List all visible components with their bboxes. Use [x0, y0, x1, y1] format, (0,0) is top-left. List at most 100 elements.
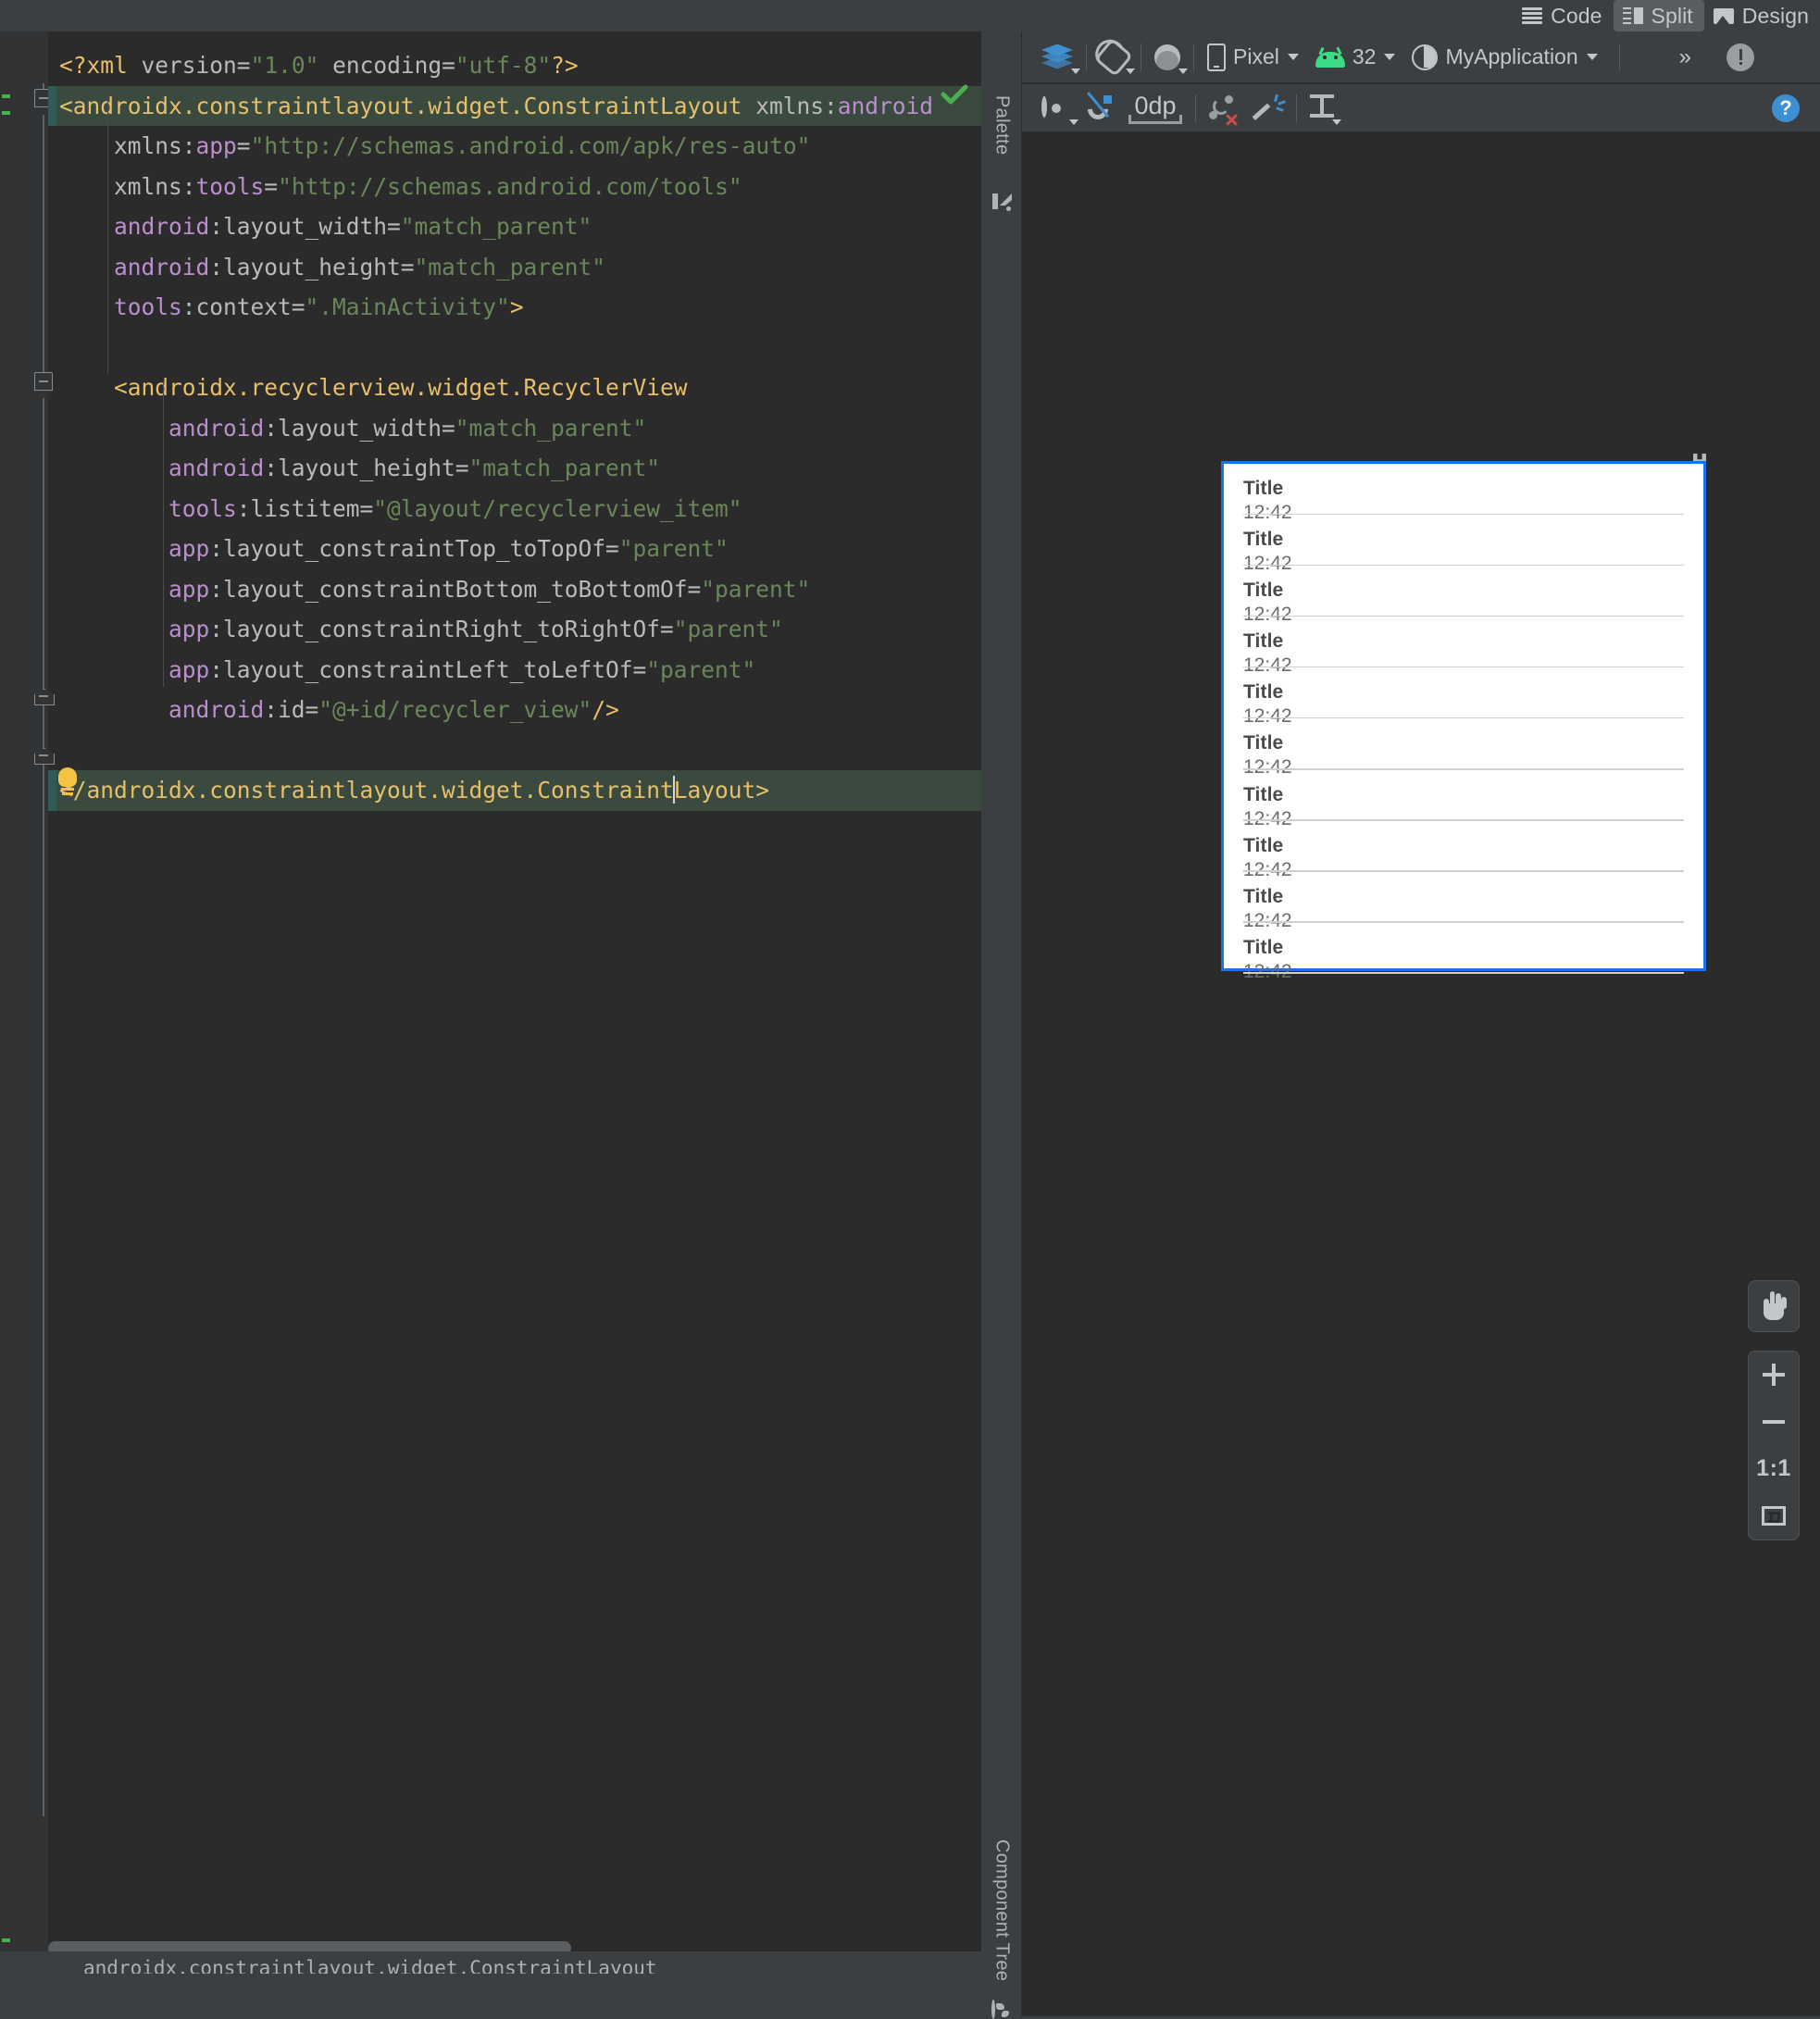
- code-text-area[interactable]: <?xml version="1.0" encoding="utf-8"?> <a…: [48, 31, 981, 1974]
- preview-canvas[interactable]: Title 12:42 Title 12:42 Title 12:42 Title 12:42…: [1022, 133, 1820, 2016]
- infer-constraints-button[interactable]: [1247, 88, 1291, 129]
- toolbar-overflow-button[interactable]: »: [1671, 37, 1698, 78]
- code-token: >: [509, 293, 524, 320]
- code-line[interactable]: app:layout_constraintRight_toRightOf="pa…: [48, 609, 981, 650]
- code-line[interactable]: android:layout_width="match_parent": [48, 206, 981, 247]
- clear-constraints-button[interactable]: [1201, 88, 1247, 129]
- default-margin-button[interactable]: 0dp: [1120, 88, 1190, 129]
- tab-design[interactable]: Design: [1704, 0, 1820, 31]
- help-button[interactable]: ?: [1772, 94, 1800, 122]
- code-line[interactable]: </androidx.constraintlayout.widget.Const…: [48, 770, 981, 811]
- list-item[interactable]: Title 12:42: [1224, 872, 1703, 931]
- code-line[interactable]: xmlns:tools="http://schemas.android.com/…: [48, 167, 981, 207]
- code-line[interactable]: tools:context=".MainActivity">: [48, 287, 981, 328]
- xml-code-editor[interactable]: <?xml version="1.0" encoding="utf-8"?> <a…: [0, 31, 981, 1974]
- list-item[interactable]: Title 12:42: [1224, 515, 1703, 574]
- code-line[interactable]: [48, 328, 981, 368]
- list-item[interactable]: Title 12:42: [1224, 667, 1703, 727]
- error-stripe[interactable]: [0, 31, 13, 1974]
- toolbar-divider: [1618, 43, 1620, 71]
- code-token: "1.0": [250, 52, 319, 79]
- theme-selector[interactable]: MyApplication: [1403, 37, 1605, 78]
- eye-icon: [1041, 95, 1071, 118]
- list-item[interactable]: Title 12:42: [1224, 821, 1703, 880]
- editor-mode-toolbar: Code Split Design: [0, 0, 1820, 31]
- code-line[interactable]: android:layout_width="match_parent": [48, 408, 981, 449]
- tab-code[interactable]: Code: [1513, 0, 1613, 31]
- code-token: ".MainActivity": [305, 293, 510, 320]
- device-preview[interactable]: Title 12:42 Title 12:42 Title 12:42 Title 12:42…: [1221, 461, 1706, 982]
- device-label: Pixel: [1233, 44, 1279, 69]
- chevron-down-icon: [1332, 118, 1341, 125]
- code-line[interactable]: android:layout_height="match_parent": [48, 448, 981, 489]
- night-mode-toggle-button[interactable]: [1146, 37, 1189, 78]
- palette-label: Palette: [991, 94, 1013, 156]
- toolbar-divider: [1296, 93, 1297, 122]
- breadcrumb-label: androidx.constraintlayout.widget.Constra…: [83, 1957, 657, 1974]
- code-line[interactable]: android:layout_height="match_parent": [48, 247, 981, 288]
- list-item-title: Title: [1243, 681, 1284, 704]
- list-item[interactable]: Title 12:42: [1224, 770, 1703, 829]
- code-line[interactable]: tools:listitem="@layout/recyclerview_ite…: [48, 489, 981, 530]
- code-token: androidx.constraintlayout.widget.Constra…: [72, 92, 742, 119]
- device-selector[interactable]: Pixel: [1199, 37, 1307, 78]
- code-line[interactable]: <androidx.constraintlayout.widget.Constr…: [48, 85, 981, 126]
- stripe-marker[interactable]: [2, 94, 10, 98]
- list-item-divider: [1243, 972, 1684, 974]
- selection-edge: [48, 85, 56, 126]
- issue-notification-button[interactable]: [1718, 37, 1763, 78]
- editor-gutter[interactable]: [13, 31, 53, 1974]
- code-token: "parent": [701, 575, 811, 603]
- code-line[interactable]: app:layout_constraintTop_toTopOf="parent…: [48, 529, 981, 569]
- list-item[interactable]: Title 12:42: [1224, 718, 1703, 778]
- indent-guide: [163, 381, 164, 687]
- code-token: :layout_constraintLeft_toLeftOf=: [209, 655, 647, 683]
- code-line[interactable]: [48, 730, 981, 771]
- orientation-toggle-button[interactable]: [1091, 37, 1136, 78]
- list-item[interactable]: Title 12:42: [1224, 617, 1703, 676]
- tab-design-label: Design: [1741, 3, 1809, 28]
- align-icon: [1310, 93, 1334, 122]
- list-item[interactable]: Title 12:42: [1224, 566, 1703, 625]
- sidebar-item-component-tree[interactable]: Component Tree: [981, 1827, 1022, 1994]
- sidebar-item-palette[interactable]: Palette: [981, 65, 1022, 185]
- pan-tool[interactable]: [1748, 1280, 1800, 1332]
- stripe-marker[interactable]: [2, 1938, 10, 1942]
- zoom-actual-size-button[interactable]: 1:1: [1748, 1446, 1800, 1493]
- code-token: =: [236, 52, 251, 79]
- list-item[interactable]: Title 12:42: [1224, 923, 1703, 982]
- align-tools-button[interactable]: [1302, 88, 1342, 129]
- code-token: android: [114, 213, 210, 240]
- tool-window-strip: Palette Component Tree: [981, 31, 1022, 2019]
- code-token: =: [442, 52, 455, 79]
- tab-code-label: Code: [1551, 3, 1602, 28]
- list-item-title: Title: [1243, 834, 1284, 856]
- constraint-toolbar: 0dp ?: [1022, 84, 1820, 132]
- code-token: <?: [59, 52, 87, 79]
- code-line[interactable]: <androidx.recyclerview.widget.RecyclerVi…: [48, 368, 981, 408]
- autoconnect-toggle-button[interactable]: [1079, 88, 1120, 129]
- api-level-selector[interactable]: 32: [1307, 37, 1404, 78]
- code-line[interactable]: <?xml version="1.0" encoding="utf-8"?>: [48, 45, 981, 86]
- design-mode-layers-button[interactable]: [1033, 37, 1081, 78]
- tab-split-label: Split: [1651, 3, 1693, 28]
- inspection-ok-icon[interactable]: [941, 83, 968, 106]
- stripe-marker[interactable]: [2, 111, 10, 115]
- zoom-in-button[interactable]: [1748, 1352, 1800, 1399]
- lightbulb-icon[interactable]: [56, 767, 80, 795]
- chevron-down-icon: [1384, 54, 1396, 60]
- tab-split[interactable]: Split: [1613, 0, 1704, 31]
- code-token: androidx.recyclerview.widget.RecyclerVie…: [127, 374, 688, 401]
- recyclerview-preview[interactable]: Title 12:42 Title 12:42 Title 12:42 Title 12:42…: [1224, 464, 1703, 982]
- zoom-to-fit-button[interactable]: [1748, 1492, 1800, 1539]
- code-line[interactable]: app:layout_constraintLeft_toLeftOf="pare…: [48, 650, 981, 691]
- list-item[interactable]: Title 12:42: [1224, 464, 1703, 523]
- code-token: xmlns:: [114, 172, 196, 200]
- zoom-out-button[interactable]: [1748, 1399, 1800, 1446]
- code-line[interactable]: app:layout_constraintBottom_toBottomOf="…: [48, 569, 981, 610]
- view-options-button[interactable]: [1033, 88, 1079, 129]
- code-line[interactable]: android:id="@+id/recycler_view"/>: [48, 690, 981, 730]
- phone-icon: [1207, 43, 1226, 71]
- code-line[interactable]: xmlns:app="http://schemas.android.com/ap…: [48, 126, 981, 167]
- plus-icon: [1763, 1364, 1785, 1387]
